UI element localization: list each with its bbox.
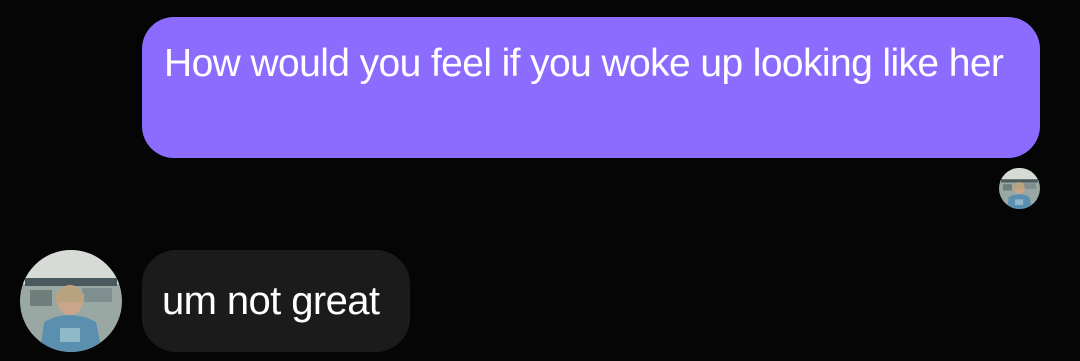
avatar-photo-icon (999, 168, 1040, 209)
incoming-message-bubble[interactable]: um not great (142, 250, 410, 352)
read-receipt-avatar (999, 168, 1040, 209)
avatar-photo-icon (20, 250, 122, 352)
outgoing-message-bubble[interactable]: How would you feel if you woke up lookin… (142, 17, 1040, 158)
outgoing-message-text: How would you feel if you woke up lookin… (164, 42, 1004, 85)
chat-thread: How would you feel if you woke up lookin… (0, 0, 1080, 361)
sender-avatar[interactable] (20, 250, 122, 352)
incoming-message-text: um not great (162, 279, 380, 323)
